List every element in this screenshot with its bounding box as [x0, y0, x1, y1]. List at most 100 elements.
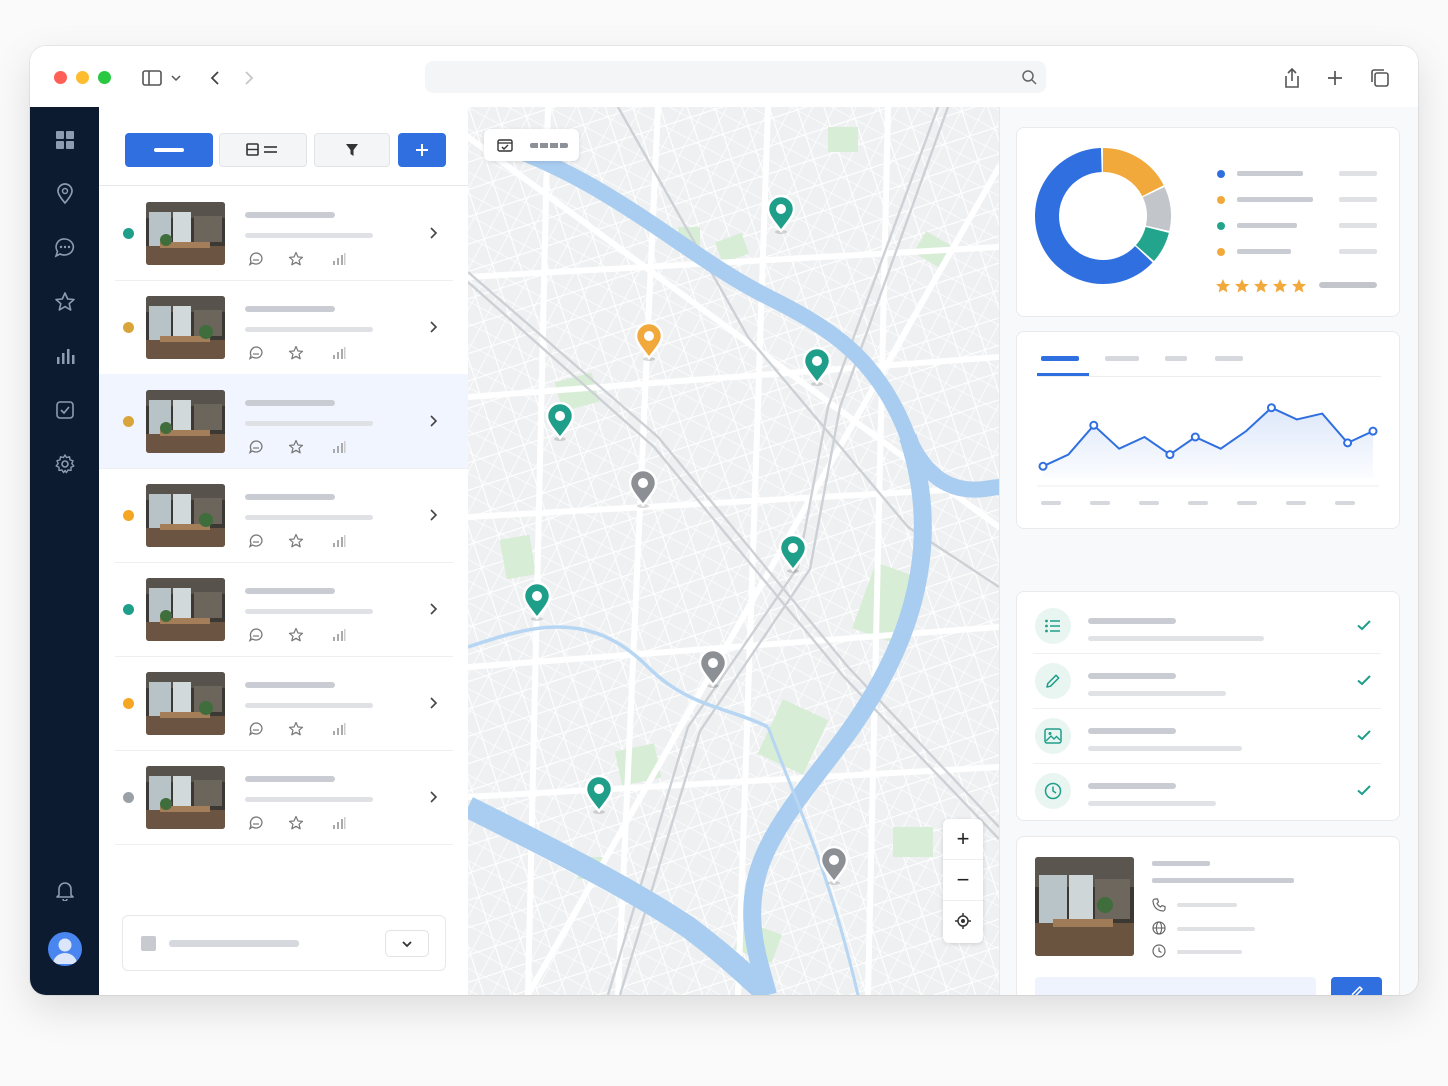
- task-row[interactable]: [1033, 763, 1381, 818]
- map-pin[interactable]: [818, 845, 850, 886]
- footer-select[interactable]: [122, 915, 446, 971]
- star-icon[interactable]: [287, 814, 305, 832]
- tab-2[interactable]: [1105, 356, 1139, 361]
- map-pin[interactable]: [627, 468, 659, 509]
- chevron-down-icon[interactable]: [166, 66, 186, 90]
- list-item[interactable]: [115, 280, 453, 375]
- tabs-overview-icon[interactable]: [1368, 66, 1392, 90]
- checkmark-icon[interactable]: [1355, 671, 1373, 689]
- share-icon[interactable]: [1280, 66, 1304, 90]
- tab-3[interactable]: [1165, 356, 1187, 361]
- list-item[interactable]: [115, 186, 453, 281]
- note-input[interactable]: [1035, 977, 1316, 995]
- task-title: [1088, 728, 1176, 734]
- chat-icon[interactable]: [247, 814, 265, 832]
- location-pin-icon[interactable]: [52, 181, 78, 207]
- user-avatar[interactable]: [48, 932, 82, 966]
- address-bar[interactable]: [425, 61, 1046, 93]
- listing-title: [245, 776, 335, 782]
- grid-icon[interactable]: [52, 127, 78, 153]
- star-icon[interactable]: [287, 344, 305, 362]
- chevron-right-icon[interactable]: [426, 320, 440, 334]
- star-icon[interactable]: [52, 289, 78, 315]
- line-chart: [1037, 403, 1379, 505]
- status-dot: [123, 792, 134, 803]
- pencil-icon: [1351, 986, 1363, 995]
- zoom-out-button[interactable]: −: [943, 859, 983, 901]
- listing-thumbnail: [146, 578, 225, 641]
- line-point: [1343, 438, 1353, 448]
- task-title: [1088, 783, 1176, 789]
- star-filled-icon: [1234, 278, 1250, 294]
- chevron-right-icon[interactable]: [426, 696, 440, 710]
- chat-icon[interactable]: [247, 344, 265, 362]
- status-dot: [123, 322, 134, 333]
- back-icon[interactable]: [203, 66, 227, 90]
- filter-button[interactable]: [314, 133, 390, 167]
- checkmark-icon[interactable]: [1355, 726, 1373, 744]
- search-icon[interactable]: [1020, 68, 1038, 86]
- list-item[interactable]: [115, 750, 453, 845]
- zoom-in-button[interactable]: +: [943, 819, 983, 859]
- star-icon[interactable]: [287, 438, 305, 456]
- maximize-window-button[interactable]: [98, 71, 111, 84]
- gear-icon[interactable]: [52, 451, 78, 477]
- map-pin[interactable]: [521, 581, 553, 622]
- add-button[interactable]: [398, 133, 446, 167]
- minimize-window-button[interactable]: [76, 71, 89, 84]
- list-item[interactable]: [115, 468, 453, 563]
- list-item[interactable]: [115, 562, 453, 657]
- star-icon[interactable]: [287, 626, 305, 644]
- map-pin[interactable]: [777, 533, 809, 574]
- line-point: [1038, 461, 1048, 471]
- bar-chart-icon[interactable]: [52, 343, 78, 369]
- map-pin[interactable]: [583, 774, 615, 815]
- status-dot: [123, 698, 134, 709]
- star-icon[interactable]: [287, 532, 305, 550]
- checkmark-icon[interactable]: [1355, 781, 1373, 799]
- chevron-right-icon[interactable]: [426, 508, 440, 522]
- line-point: [1089, 420, 1099, 430]
- tab-active[interactable]: [1041, 356, 1079, 361]
- map-view[interactable]: + −: [468, 107, 1000, 995]
- new-tab-icon[interactable]: [1323, 66, 1347, 90]
- task-row[interactable]: [1033, 653, 1381, 709]
- chat-icon[interactable]: [247, 626, 265, 644]
- bell-icon[interactable]: [52, 877, 78, 903]
- checkmark-icon[interactable]: [1355, 616, 1373, 634]
- app-window: + −: [30, 46, 1418, 995]
- chat-icon[interactable]: [247, 250, 265, 268]
- map-pin[interactable]: [697, 648, 729, 689]
- sidebar-toggle-icon[interactable]: [140, 66, 164, 90]
- chevron-down-icon[interactable]: [385, 930, 429, 957]
- map-pin[interactable]: [765, 194, 797, 235]
- forward-icon[interactable]: [237, 66, 261, 90]
- chevron-right-icon[interactable]: [426, 790, 440, 804]
- chevron-right-icon[interactable]: [426, 226, 440, 240]
- chat-icon[interactable]: [247, 532, 265, 550]
- close-window-button[interactable]: [54, 71, 67, 84]
- list-item[interactable]: [99, 374, 468, 469]
- checkbox-icon[interactable]: [52, 397, 78, 423]
- chat-icon[interactable]: [247, 720, 265, 738]
- listing-thumbnail: [146, 484, 225, 547]
- primary-action-button[interactable]: [125, 133, 213, 167]
- list-item[interactable]: [115, 656, 453, 751]
- edit-button[interactable]: [1331, 977, 1382, 995]
- chat-icon[interactable]: [247, 438, 265, 456]
- tab-4[interactable]: [1215, 356, 1243, 361]
- chevron-right-icon[interactable]: [426, 414, 440, 428]
- star-icon[interactable]: [287, 250, 305, 268]
- map-pin[interactable]: [801, 346, 833, 387]
- view-toggle-button[interactable]: [219, 133, 307, 167]
- chevron-right-icon[interactable]: [426, 602, 440, 616]
- star-icon[interactable]: [287, 720, 305, 738]
- locate-me-icon[interactable]: [943, 901, 983, 941]
- image-icon: [1035, 718, 1071, 754]
- task-row[interactable]: [1033, 708, 1381, 764]
- map-pin[interactable]: [544, 401, 576, 442]
- task-row[interactable]: [1033, 598, 1381, 654]
- map-layer-chip[interactable]: [484, 129, 579, 161]
- map-pin[interactable]: [633, 321, 665, 362]
- chat-icon[interactable]: [52, 235, 78, 261]
